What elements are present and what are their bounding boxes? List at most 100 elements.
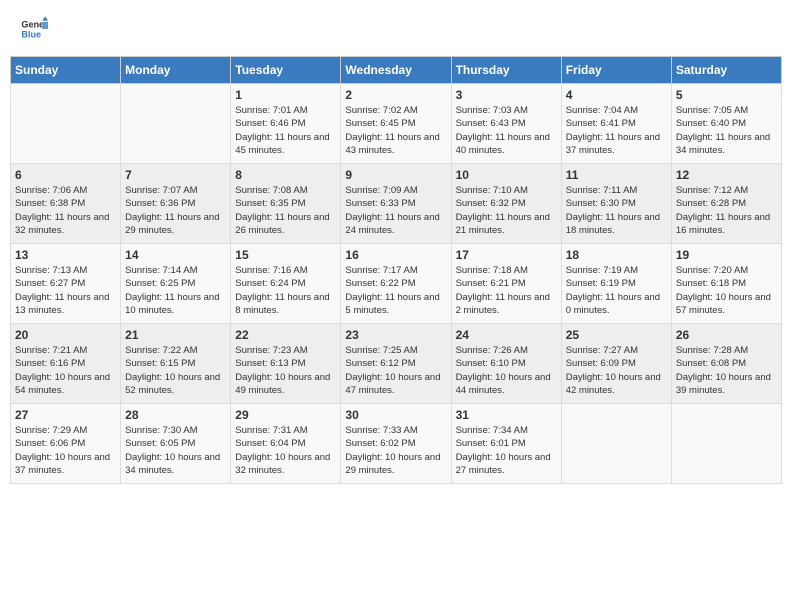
calendar-cell (561, 404, 671, 484)
dow-cell: Monday (121, 57, 231, 84)
day-number: 28 (125, 408, 226, 422)
cell-detail: Sunrise: 7:05 AM Sunset: 6:40 PM Dayligh… (676, 104, 777, 157)
cell-detail: Sunrise: 7:30 AM Sunset: 6:05 PM Dayligh… (125, 424, 226, 477)
svg-text:Blue: Blue (21, 29, 41, 39)
day-number: 17 (456, 248, 557, 262)
calendar-cell: 29Sunrise: 7:31 AM Sunset: 6:04 PM Dayli… (231, 404, 341, 484)
day-number: 6 (15, 168, 116, 182)
calendar-cell: 6 Sunrise: 7:06 AM Sunset: 6:38 PM Daylig… (11, 164, 121, 244)
day-number: 18 (566, 248, 667, 262)
logo-icon: General Blue (20, 15, 48, 43)
calendar-cell: 13 Sunrise: 7:13 AM Sunset: 6:27 PM Dayli… (11, 244, 121, 324)
calendar-cell: 10Sunrise: 7:10 AM Sunset: 6:32 PM Dayli… (451, 164, 561, 244)
calendar-cell: 19Sunrise: 7:20 AM Sunset: 6:18 PM Dayli… (671, 244, 781, 324)
cell-detail: Sunrise: 7:01 AM Sunset: 6:46 PM Dayligh… (235, 104, 336, 157)
cell-detail: Sunrise: 7:34 AM Sunset: 6:01 PM Dayligh… (456, 424, 557, 477)
cell-detail: Sunrise: 7:09 AM Sunset: 6:33 PM Dayligh… (345, 184, 446, 237)
day-number: 26 (676, 328, 777, 342)
day-number: 8 (235, 168, 336, 182)
calendar-cell: 3 Sunrise: 7:03 AM Sunset: 6:43 PM Daylig… (451, 84, 561, 164)
cell-detail: Sunrise: 7:03 AM Sunset: 6:43 PM Dayligh… (456, 104, 557, 157)
dow-cell: Wednesday (341, 57, 451, 84)
cell-detail: Sunrise: 7:22 AM Sunset: 6:15 PM Dayligh… (125, 344, 226, 397)
day-number: 13 (15, 248, 116, 262)
day-number: 24 (456, 328, 557, 342)
logo: General Blue (20, 15, 48, 43)
cell-detail: Sunrise: 7:18 AM Sunset: 6:21 PM Dayligh… (456, 264, 557, 317)
day-number: 16 (345, 248, 446, 262)
calendar-week-row: 1 Sunrise: 7:01 AM Sunset: 6:46 PM Daylig… (11, 84, 782, 164)
cell-detail: Sunrise: 7:28 AM Sunset: 6:08 PM Dayligh… (676, 344, 777, 397)
calendar-cell: 20 Sunrise: 7:21 AM Sunset: 6:16 PM Dayli… (11, 324, 121, 404)
cell-detail: Sunrise: 7:14 AM Sunset: 6:25 PM Dayligh… (125, 264, 226, 317)
cell-detail: Sunrise: 7:29 AM Sunset: 6:06 PM Dayligh… (15, 424, 116, 477)
day-number: 21 (125, 328, 226, 342)
day-number: 11 (566, 168, 667, 182)
dow-cell: Sunday (11, 57, 121, 84)
calendar-cell: 17 Sunrise: 7:18 AM Sunset: 6:21 PM Dayli… (451, 244, 561, 324)
cell-detail: Sunrise: 7:17 AM Sunset: 6:22 PM Dayligh… (345, 264, 446, 317)
day-number: 4 (566, 88, 667, 102)
calendar-cell: 24 Sunrise: 7:26 AM Sunset: 6:10 PM Dayli… (451, 324, 561, 404)
calendar-table: SundayMondayTuesdayWednesdayThursdayFrid… (10, 56, 782, 484)
calendar-cell (121, 84, 231, 164)
cell-detail: Sunrise: 7:19 AM Sunset: 6:19 PM Dayligh… (566, 264, 667, 317)
calendar-cell: 8 Sunrise: 7:08 AM Sunset: 6:35 PM Daylig… (231, 164, 341, 244)
cell-detail: Sunrise: 7:23 AM Sunset: 6:13 PM Dayligh… (235, 344, 336, 397)
calendar-cell: 15 Sunrise: 7:16 AM Sunset: 6:24 PM Dayli… (231, 244, 341, 324)
calendar-cell: 31Sunrise: 7:34 AM Sunset: 6:01 PM Dayli… (451, 404, 561, 484)
calendar-cell: 18 Sunrise: 7:19 AM Sunset: 6:19 PM Dayli… (561, 244, 671, 324)
calendar-cell: 21 Sunrise: 7:22 AM Sunset: 6:15 PM Dayli… (121, 324, 231, 404)
day-number: 27 (15, 408, 116, 422)
calendar-cell: 25Sunrise: 7:27 AM Sunset: 6:09 PM Dayli… (561, 324, 671, 404)
day-number: 1 (235, 88, 336, 102)
calendar-cell: 5Sunrise: 7:05 AM Sunset: 6:40 PM Daylig… (671, 84, 781, 164)
calendar-week-row: 20 Sunrise: 7:21 AM Sunset: 6:16 PM Dayli… (11, 324, 782, 404)
calendar-cell: 16 Sunrise: 7:17 AM Sunset: 6:22 PM Dayli… (341, 244, 451, 324)
day-number: 7 (125, 168, 226, 182)
day-number: 2 (345, 88, 446, 102)
cell-detail: Sunrise: 7:33 AM Sunset: 6:02 PM Dayligh… (345, 424, 446, 477)
day-of-week-header: SundayMondayTuesdayWednesdayThursdayFrid… (11, 57, 782, 84)
day-number: 12 (676, 168, 777, 182)
day-number: 22 (235, 328, 336, 342)
cell-detail: Sunrise: 7:16 AM Sunset: 6:24 PM Dayligh… (235, 264, 336, 317)
cell-detail: Sunrise: 7:04 AM Sunset: 6:41 PM Dayligh… (566, 104, 667, 157)
day-number: 3 (456, 88, 557, 102)
cell-detail: Sunrise: 7:26 AM Sunset: 6:10 PM Dayligh… (456, 344, 557, 397)
calendar-cell: 7Sunrise: 7:07 AM Sunset: 6:36 PM Daylig… (121, 164, 231, 244)
day-number: 15 (235, 248, 336, 262)
cell-detail: Sunrise: 7:21 AM Sunset: 6:16 PM Dayligh… (15, 344, 116, 397)
cell-detail: Sunrise: 7:02 AM Sunset: 6:45 PM Dayligh… (345, 104, 446, 157)
cell-detail: Sunrise: 7:11 AM Sunset: 6:30 PM Dayligh… (566, 184, 667, 237)
calendar-week-row: 6 Sunrise: 7:06 AM Sunset: 6:38 PM Daylig… (11, 164, 782, 244)
day-number: 20 (15, 328, 116, 342)
calendar-cell: 11 Sunrise: 7:11 AM Sunset: 6:30 PM Dayli… (561, 164, 671, 244)
cell-detail: Sunrise: 7:27 AM Sunset: 6:09 PM Dayligh… (566, 344, 667, 397)
day-number: 14 (125, 248, 226, 262)
calendar-cell: 9Sunrise: 7:09 AM Sunset: 6:33 PM Daylig… (341, 164, 451, 244)
calendar-cell: 23 Sunrise: 7:25 AM Sunset: 6:12 PM Dayli… (341, 324, 451, 404)
cell-detail: Sunrise: 7:08 AM Sunset: 6:35 PM Dayligh… (235, 184, 336, 237)
cell-detail: Sunrise: 7:25 AM Sunset: 6:12 PM Dayligh… (345, 344, 446, 397)
calendar-cell: 1 Sunrise: 7:01 AM Sunset: 6:46 PM Daylig… (231, 84, 341, 164)
calendar-cell: 4 Sunrise: 7:04 AM Sunset: 6:41 PM Daylig… (561, 84, 671, 164)
day-number: 30 (345, 408, 446, 422)
calendar-week-row: 13 Sunrise: 7:13 AM Sunset: 6:27 PM Dayli… (11, 244, 782, 324)
calendar-cell: 2 Sunrise: 7:02 AM Sunset: 6:45 PM Daylig… (341, 84, 451, 164)
day-number: 29 (235, 408, 336, 422)
calendar-cell: 30 Sunrise: 7:33 AM Sunset: 6:02 PM Dayli… (341, 404, 451, 484)
cell-detail: Sunrise: 7:10 AM Sunset: 6:32 PM Dayligh… (456, 184, 557, 237)
cell-detail: Sunrise: 7:06 AM Sunset: 6:38 PM Dayligh… (15, 184, 116, 237)
calendar-cell: 28 Sunrise: 7:30 AM Sunset: 6:05 PM Dayli… (121, 404, 231, 484)
calendar-cell: 26 Sunrise: 7:28 AM Sunset: 6:08 PM Dayli… (671, 324, 781, 404)
cell-detail: Sunrise: 7:12 AM Sunset: 6:28 PM Dayligh… (676, 184, 777, 237)
dow-cell: Saturday (671, 57, 781, 84)
cell-detail: Sunrise: 7:13 AM Sunset: 6:27 PM Dayligh… (15, 264, 116, 317)
dow-cell: Thursday (451, 57, 561, 84)
calendar-week-row: 27 Sunrise: 7:29 AM Sunset: 6:06 PM Dayli… (11, 404, 782, 484)
calendar-cell: 12 Sunrise: 7:12 AM Sunset: 6:28 PM Dayli… (671, 164, 781, 244)
calendar-cell (11, 84, 121, 164)
day-number: 23 (345, 328, 446, 342)
calendar-cell: 27 Sunrise: 7:29 AM Sunset: 6:06 PM Dayli… (11, 404, 121, 484)
